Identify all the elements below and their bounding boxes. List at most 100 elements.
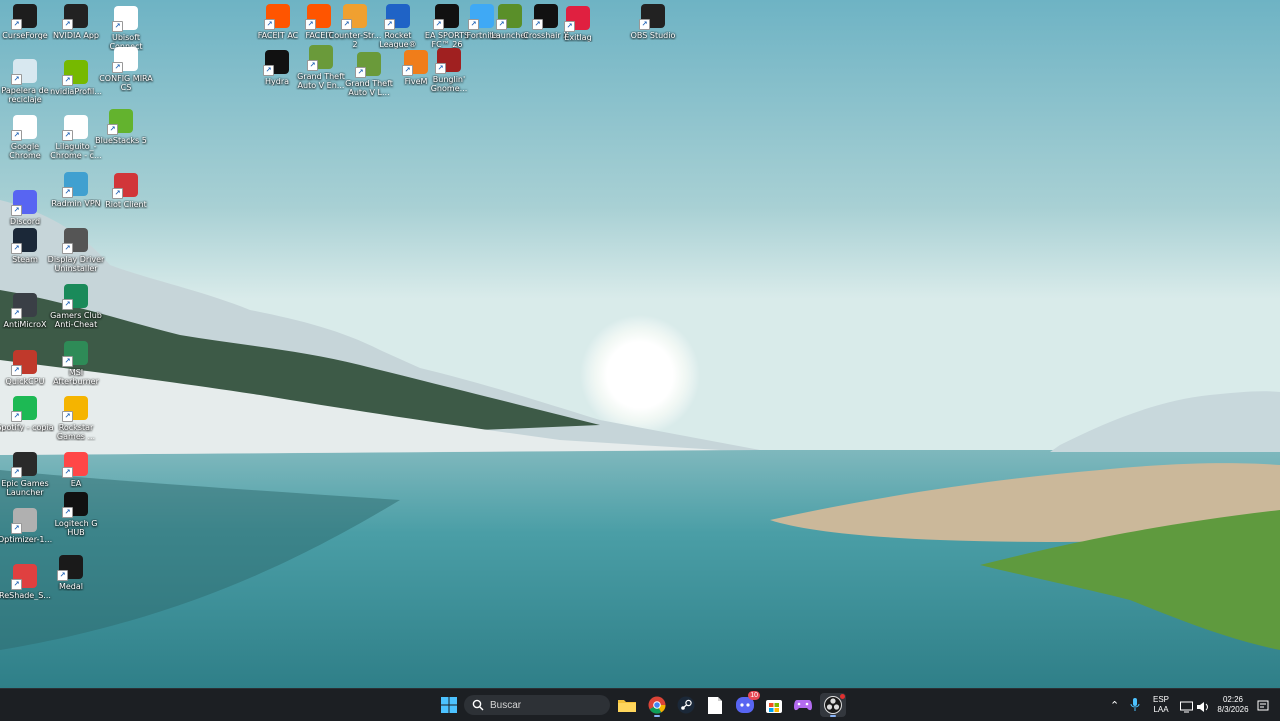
desktop-icon-ddu[interactable]: ↗ Display Driver Uninstaller bbox=[46, 228, 106, 273]
hydra-icon: ↗ bbox=[263, 50, 289, 76]
shortcut-arrow-icon: ↗ bbox=[11, 243, 22, 254]
chrome-icon: ↗ bbox=[11, 115, 37, 141]
shortcut-arrow-icon: ↗ bbox=[112, 62, 123, 73]
desktop-icon-exitlag[interactable]: ↗ Exitlag bbox=[548, 6, 608, 42]
desktop-icon-label: CONFIG MIRA CS bbox=[99, 74, 153, 92]
nvidia-icon: ↗ bbox=[62, 4, 88, 30]
shortcut-arrow-icon: ↗ bbox=[11, 523, 22, 534]
notepad-icon[interactable] bbox=[702, 693, 728, 717]
radmin-vpn-icon: ↗ bbox=[62, 172, 88, 198]
shortcut-arrow-icon: ↗ bbox=[263, 65, 274, 76]
shortcut-arrow-icon: ↗ bbox=[11, 365, 22, 376]
desktop[interactable]: ↗ CurseForge ↗ Papelera de reciclaje ↗ Google… bbox=[0, 0, 1280, 688]
gamers-club-icon: ↗ bbox=[62, 284, 88, 310]
desktop-icon-afterburner[interactable]: ↗ MSI Afterburner bbox=[46, 341, 106, 386]
shortcut-arrow-icon: ↗ bbox=[62, 130, 73, 141]
shortcut-arrow-icon: ↗ bbox=[62, 243, 73, 254]
microsoft-store-icon[interactable] bbox=[761, 693, 787, 717]
desktop-icon-ubisoft[interactable]: ↗Ubisoft Connect bbox=[96, 6, 156, 51]
desktop-icon-obs[interactable]: ↗ OBS Studio bbox=[623, 4, 683, 40]
medal-icon: ↗ bbox=[57, 555, 83, 581]
desktop-icon-bluestacks[interactable]: ↗ BlueStacks 5 bbox=[91, 109, 151, 145]
shortcut-arrow-icon: ↗ bbox=[384, 19, 395, 30]
recording-indicator bbox=[840, 694, 845, 699]
shortcut-arrow-icon: ↗ bbox=[62, 19, 73, 30]
network-icon[interactable] bbox=[1180, 698, 1193, 717]
shortcut-arrow-icon: ↗ bbox=[62, 507, 73, 518]
volume-icon[interactable] bbox=[1197, 698, 1210, 717]
shortcut-arrow-icon: ↗ bbox=[112, 188, 123, 199]
clock-date: 8/3/2026 bbox=[1217, 705, 1249, 714]
cpu-icon: ↗ bbox=[11, 350, 37, 376]
reshade-icon: ↗ bbox=[11, 564, 37, 590]
search-input[interactable]: Buscar bbox=[464, 695, 610, 715]
game-controller-icon[interactable] bbox=[790, 693, 816, 717]
shortcut-arrow-icon: ↗ bbox=[307, 60, 318, 71]
desktop-icon-label: Discord bbox=[9, 217, 41, 226]
gta-v-enhanced-icon: ↗ bbox=[307, 45, 333, 71]
nvidia-profile-icon: ↗ bbox=[62, 60, 88, 86]
desktop-icon-rockstar[interactable]: ↗ Rockstar Games ... bbox=[46, 396, 106, 441]
shortcut-arrow-icon: ↗ bbox=[11, 205, 22, 216]
steam-icon: ↗ bbox=[11, 228, 37, 254]
spotify-icon: ↗ bbox=[11, 396, 37, 422]
desktop-icon-gamers-club[interactable]: ↗ Gamers Club Anti-Cheat bbox=[46, 284, 106, 329]
shortcut-arrow-icon: ↗ bbox=[402, 65, 413, 76]
shortcut-arrow-icon: ↗ bbox=[11, 411, 22, 422]
chrome-icon[interactable] bbox=[644, 693, 670, 717]
shortcut-arrow-icon: ↗ bbox=[435, 63, 446, 74]
desktop-icon-label: OBS Studio bbox=[630, 31, 676, 40]
desktop-icon-label: Riot Client bbox=[105, 200, 147, 209]
steam-icon[interactable] bbox=[673, 693, 699, 717]
shortcut-arrow-icon: ↗ bbox=[11, 579, 22, 590]
desktop-icon-riot[interactable]: ↗ Riot Client bbox=[96, 173, 156, 209]
recycle-bin-icon: ↗ bbox=[11, 59, 37, 85]
shortcut-arrow-icon: ↗ bbox=[62, 75, 73, 86]
wallpaper bbox=[0, 0, 1280, 688]
desktop-icon-label: EA bbox=[70, 479, 82, 488]
shortcut-arrow-icon: ↗ bbox=[11, 130, 22, 141]
desktop-icon-medal[interactable]: ↗ Medal bbox=[41, 555, 101, 591]
bluestacks-icon: ↗ bbox=[107, 109, 133, 135]
windows-start-icon[interactable] bbox=[436, 693, 462, 717]
desktop-icon-label: Gamers Club Anti-Cheat bbox=[50, 311, 102, 329]
file-icon: ↗ bbox=[112, 47, 138, 73]
desktop-icon-logitech[interactable]: ↗ Logitech G HUB bbox=[46, 492, 106, 537]
shortcut-arrow-icon: ↗ bbox=[62, 356, 73, 367]
shortcut-arrow-icon: ↗ bbox=[11, 74, 22, 85]
shortcut-arrow-icon: ↗ bbox=[62, 411, 73, 422]
shortcut-arrow-icon: ↗ bbox=[264, 19, 275, 30]
language-code: ESP bbox=[1152, 695, 1169, 704]
chrome-profile-icon: ↗ bbox=[62, 115, 88, 141]
microphone-icon[interactable] bbox=[1130, 697, 1140, 716]
rockstar-icon: ↗ bbox=[62, 396, 88, 422]
language-indicator[interactable]: ESP LAA bbox=[1148, 695, 1174, 715]
gta-v-legacy-icon: ↗ bbox=[355, 52, 381, 78]
rocket-league-icon: ↗ bbox=[384, 4, 410, 30]
desktop-icon-gnome-game[interactable]: ↗ Bunglin' Gnome... bbox=[419, 48, 479, 93]
obs-taskbar-icon[interactable] bbox=[820, 693, 846, 717]
desktop-icon-ea[interactable]: ↗ EA bbox=[46, 452, 106, 488]
file-explorer-icon[interactable] bbox=[614, 693, 640, 717]
search-placeholder: Buscar bbox=[490, 699, 522, 711]
shortcut-arrow-icon: ↗ bbox=[62, 187, 73, 198]
shortcut-arrow-icon: ↗ bbox=[62, 467, 73, 478]
clock-time: 02:26 bbox=[1222, 695, 1244, 704]
keyboard-layout: LAA bbox=[1153, 705, 1169, 714]
shortcut-arrow-icon: ↗ bbox=[341, 19, 352, 30]
ea-icon: ↗ bbox=[62, 452, 88, 478]
clock[interactable]: 02:26 8/3/2026 bbox=[1214, 695, 1252, 715]
desktop-icon-file[interactable]: ↗ CONFIG MIRA CS bbox=[96, 47, 156, 92]
discord-icon[interactable]: 10 bbox=[732, 691, 760, 717]
desktop-icon-label: MSI Afterburner bbox=[53, 368, 99, 386]
desktop-icon-label: Rockstar Games ... bbox=[56, 423, 96, 441]
riot-icon: ↗ bbox=[112, 173, 138, 199]
obs-icon: ↗ bbox=[639, 4, 665, 30]
chevron-up-icon[interactable]: ⌃ bbox=[1110, 699, 1119, 712]
taskbar: Buscar 10 ⌃ ESP LAA 02:26 8/3/2026 bbox=[0, 688, 1280, 721]
desktop-icon-label: ReShade_S... bbox=[0, 591, 51, 600]
desktop-icon-label: Medal bbox=[58, 582, 84, 591]
desktop-icon-label: Bunglin' Gnome... bbox=[430, 75, 468, 93]
notification-bell-icon[interactable] bbox=[1257, 698, 1269, 717]
discord-icon: ↗ bbox=[11, 190, 37, 216]
